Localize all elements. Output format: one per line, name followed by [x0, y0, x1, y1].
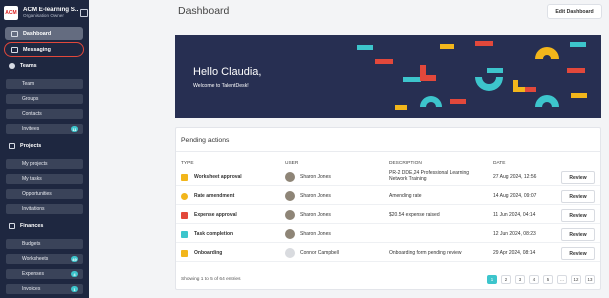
- divider: [176, 151, 600, 152]
- table-row: Rate amendment Sharon Jones Amending rat…: [176, 187, 600, 205]
- welcome-text: Welcome to TalentDesk!: [193, 83, 249, 89]
- page-button[interactable]: 13: [585, 275, 595, 284]
- sidebar-section-projects[interactable]: Projects: [9, 143, 41, 149]
- review-button[interactable]: Review: [561, 190, 595, 203]
- avatar: [285, 172, 295, 182]
- sidebar-item-team[interactable]: Team: [6, 79, 83, 89]
- edit-dashboard-button[interactable]: Edit Dashboard: [547, 4, 602, 19]
- column-header-date: DATE: [493, 161, 506, 166]
- avatar: [285, 210, 295, 220]
- org-logo: ACM: [4, 6, 18, 20]
- org-switcher[interactable]: ACM ACM E-learning S... Organisation Own…: [4, 4, 88, 22]
- invoices-count-badge: 1: [71, 286, 78, 292]
- sidebar-item-budgets[interactable]: Budgets: [6, 239, 83, 249]
- sidebar-item-expenses[interactable]: Expenses 4: [6, 269, 83, 279]
- sidebar-item-invoices[interactable]: Invoices 1: [6, 284, 83, 294]
- sidebar-section-finances[interactable]: Finances: [9, 223, 43, 229]
- projects-icon: [9, 143, 15, 149]
- worksheet-icon: [181, 173, 188, 181]
- sidebar-item-opportunities[interactable]: Opportunities: [6, 189, 83, 199]
- sidebar-item-dashboard[interactable]: Dashboard: [5, 27, 83, 40]
- column-header-type: TYPE: [181, 161, 194, 166]
- pending-actions-card: Pending actions TYPE USER DESCRIPTION DA…: [175, 127, 601, 290]
- sidebar-section-teams[interactable]: Teams: [9, 63, 37, 69]
- org-role: Organisation Owner: [23, 13, 64, 19]
- welcome-banner: Hello Claudia, Welcome to TalentDesk!: [175, 35, 601, 118]
- finances-icon: [9, 223, 15, 229]
- page-ellipsis: ...: [557, 275, 567, 284]
- sidebar-item-groups[interactable]: Groups: [6, 94, 83, 104]
- sidebar-item-invitees[interactable]: Invitees 11: [6, 124, 83, 134]
- table-row: Worksheet approval Sharon Jones PR-2 DDE…: [176, 168, 600, 186]
- review-button[interactable]: Review: [561, 228, 595, 241]
- sidebar-item-messaging[interactable]: Messaging: [4, 42, 84, 57]
- sidebar-item-my-tasks[interactable]: My tasks: [6, 174, 83, 184]
- page-button[interactable]: 2: [501, 275, 511, 284]
- avatar: [285, 191, 295, 201]
- page-button[interactable]: 4: [529, 275, 539, 284]
- worksheets-count-badge: 49: [71, 256, 78, 262]
- switch-org-icon[interactable]: [80, 9, 88, 17]
- task-icon: [181, 230, 188, 238]
- onboarding-icon: [181, 249, 188, 257]
- sidebar-item-contacts[interactable]: Contacts: [6, 109, 83, 119]
- rate-icon: [181, 192, 188, 200]
- greeting: Hello Claudia,: [193, 66, 262, 78]
- pagination: 1 2 3 4 5 ... 12 13: [487, 275, 595, 284]
- column-header-description: DESCRIPTION: [389, 161, 422, 166]
- people-icon: [9, 63, 15, 69]
- sidebar-item-worksheets[interactable]: Worksheets 49: [6, 254, 83, 264]
- page-button[interactable]: 1: [487, 275, 497, 284]
- review-button[interactable]: Review: [561, 209, 595, 222]
- avatar: [285, 248, 295, 258]
- pagination-summary: Showing 1 to 5 of 64 entries: [181, 277, 241, 282]
- table-row: Onboarding Connor Campbell Onboarding fo…: [176, 244, 600, 262]
- table-row: Task completion Sharon Jones 12 Jun 2024…: [176, 225, 600, 243]
- sidebar-item-my-projects[interactable]: My projects: [6, 159, 83, 169]
- avatar: [285, 229, 295, 239]
- sidebar: ACM ACM E-learning S... Organisation Own…: [0, 0, 89, 298]
- page-button[interactable]: 3: [515, 275, 525, 284]
- table-row: Expense approval Sharon Jones $20.54 exp…: [176, 206, 600, 224]
- invitees-count-badge: 11: [71, 126, 78, 132]
- expense-icon: [181, 211, 188, 219]
- column-header-user: USER: [285, 161, 299, 166]
- page-button[interactable]: 5: [543, 275, 553, 284]
- page-title: Dashboard: [178, 5, 230, 17]
- message-icon: [11, 46, 18, 53]
- review-button[interactable]: Review: [561, 171, 595, 184]
- sidebar-item-invitations[interactable]: Invitations: [6, 204, 83, 214]
- page-button[interactable]: 12: [571, 275, 581, 284]
- dashboard-icon: [11, 30, 18, 37]
- card-title: Pending actions: [181, 137, 230, 144]
- review-button[interactable]: Review: [561, 247, 595, 260]
- expenses-count-badge: 4: [71, 271, 78, 277]
